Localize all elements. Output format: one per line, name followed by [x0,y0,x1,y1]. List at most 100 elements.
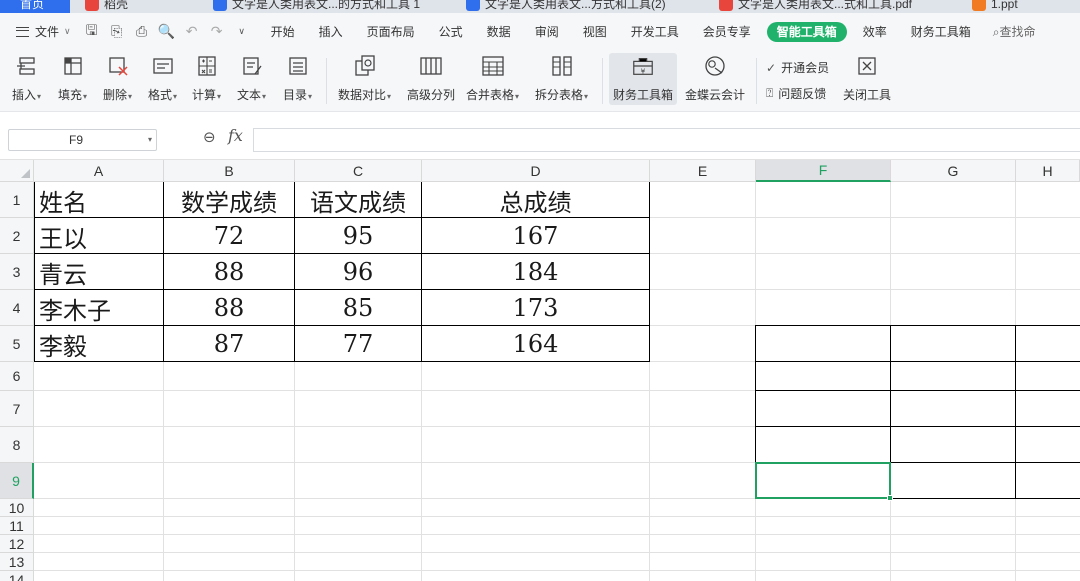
menu-finance-toolbox[interactable]: 财务工具箱 [899,22,983,42]
column-header-e[interactable]: E [650,160,756,182]
tab-home[interactable]: 首页 [0,0,70,13]
cell-c3[interactable]: 96 [295,254,421,290]
zoom-search-icon[interactable]: ⊖ [203,128,216,146]
active-cell-selection[interactable] [755,462,893,501]
column-header-b[interactable]: B [164,160,295,182]
save-icon[interactable]: 🖫 [83,22,101,41]
row-header-6[interactable]: 6 [0,362,34,391]
caret-down-icon: ▾ [308,92,313,101]
row-header-14[interactable]: 14 [0,571,34,581]
open-membership-button[interactable]: ✓ 开通会员 [766,59,829,76]
row-header-2[interactable]: 2 [0,218,34,254]
command-search[interactable]: ⌕查找命 [993,23,1036,40]
delete-button[interactable]: 删除▾ [103,54,132,103]
cell-b3[interactable]: 88 [164,254,294,290]
cell-b4[interactable]: 88 [164,290,294,326]
cell-d3[interactable]: 184 [422,254,649,290]
menu-review[interactable]: 审阅 [523,22,571,42]
undo-icon[interactable]: ↶ [183,23,201,41]
cell-a3[interactable]: 青云 [34,254,163,290]
column-header-h[interactable]: H [1016,160,1080,182]
calculate-button[interactable]: 计算▾ [192,54,221,103]
column-header-f[interactable]: F [756,160,891,182]
menu-home[interactable]: 开始 [259,22,307,42]
fx-icon[interactable]: fx [228,126,243,145]
cell-a5[interactable]: 李毅 [34,326,163,362]
column-header-d[interactable]: D [422,160,650,182]
tab-document-1[interactable]: 文字是人类用表文...的方式和工具 1 [213,0,420,13]
gridline [34,570,1080,571]
menu-smart-toolbox[interactable]: 智能工具箱 [766,21,847,42]
row-header-7[interactable]: 7 [0,391,34,427]
column-header-g[interactable]: G [891,160,1016,182]
cell-d2[interactable]: 167 [422,218,649,254]
fill-button[interactable]: 填充▾ [58,54,87,103]
tab-docer[interactable]: 稻壳 [85,0,128,13]
cell-c1[interactable]: 语文成绩 [295,182,421,218]
column-header-a[interactable]: A [34,160,164,182]
menu-developer[interactable]: 开发工具 [619,22,691,42]
cell-b1[interactable]: 数学成绩 [164,182,294,218]
kingdee-button[interactable]: 金蝶云会计 [685,54,745,103]
row-header-5[interactable]: 5 [0,326,34,362]
row-header-11[interactable]: 11 [0,517,34,535]
cell-c2[interactable]: 95 [295,218,421,254]
split-table-icon [550,54,574,78]
split-table-button[interactable]: 拆分表格▾ [535,54,588,103]
menu-page-layout[interactable]: 页面布局 [355,22,427,42]
cell-d1[interactable]: 总成绩 [422,182,649,218]
select-all-corner[interactable] [0,160,34,182]
file-menu[interactable]: 文件 ∨ [0,23,71,40]
formula-input[interactable] [253,128,1080,152]
print-icon[interactable]: ⎙ [133,23,151,41]
cell-d5[interactable]: 164 [422,326,649,362]
redo-icon[interactable]: ↷ [208,23,226,41]
feedback-button[interactable]: ⍰ 问题反馈 [766,85,826,102]
row-header-4[interactable]: 4 [0,290,34,326]
row-header-9[interactable]: 9 [0,463,34,499]
fill-handle[interactable] [887,495,893,501]
cell-c5[interactable]: 77 [295,326,421,362]
menu-view[interactable]: 视图 [571,22,619,42]
cell-b5[interactable]: 87 [164,326,294,362]
cell-a1[interactable]: 姓名 [34,182,163,218]
toc-button[interactable]: 目录▾ [283,54,312,103]
row-header-10[interactable]: 10 [0,499,34,517]
row-header-8[interactable]: 8 [0,427,34,463]
column-header-c[interactable]: C [295,160,422,182]
cell-a4[interactable]: 李木子 [34,290,163,326]
menu-formulas[interactable]: 公式 [427,22,475,42]
menu-data[interactable]: 数据 [475,22,523,42]
tab-ppt[interactable]: 1.ppt [972,0,1018,13]
tab-document-2[interactable]: 文字是人类用表文...方式和工具(2) [466,0,666,13]
close-tools-button[interactable]: 关闭工具 [843,54,891,103]
word-doc-icon [466,0,480,11]
menu-member[interactable]: 会员专享 [691,22,763,42]
row-header-12[interactable]: 12 [0,535,34,553]
caret-down-icon: ▾ [217,92,222,101]
name-box[interactable]: F9 ▾ [8,129,157,151]
row-header-3[interactable]: 3 [0,254,34,290]
cell-a2[interactable]: 王以 [34,218,163,254]
spreadsheet-grid[interactable]: A B C D E F G H 1 2 3 4 5 6 7 8 9 10 11 … [0,160,1080,581]
chevron-down-icon[interactable]: ▾ [148,130,152,150]
tab-pdf[interactable]: 文字是人类用表文...式和工具.pdf [719,0,912,13]
menu-efficiency[interactable]: 效率 [851,22,899,42]
finance-toolbox-button[interactable]: ¥ 财务工具箱 [609,53,678,105]
cell-d4[interactable]: 173 [422,290,649,326]
caret-down-icon: ▾ [584,92,589,101]
row-header-13[interactable]: 13 [0,553,34,571]
format-button[interactable]: 格式▾ [148,54,177,103]
export-icon[interactable]: ⎘ [108,23,126,41]
customize-dropdown-icon[interactable]: ∨ [233,23,251,41]
cell-c4[interactable]: 85 [295,290,421,326]
merge-table-button[interactable]: 合并表格▾ [466,54,519,103]
split-column-button[interactable]: 高级分列 [407,54,455,103]
insert-button[interactable]: 插入▾ [12,54,41,103]
data-compare-button[interactable]: 数据对比▾ [338,54,391,103]
menu-insert[interactable]: 插入 [307,22,355,42]
row-header-1[interactable]: 1 [0,182,34,218]
text-button[interactable]: 文本▾ [237,54,266,103]
cell-b2[interactable]: 72 [164,218,294,254]
print-preview-icon[interactable]: 🔍 [158,23,176,41]
